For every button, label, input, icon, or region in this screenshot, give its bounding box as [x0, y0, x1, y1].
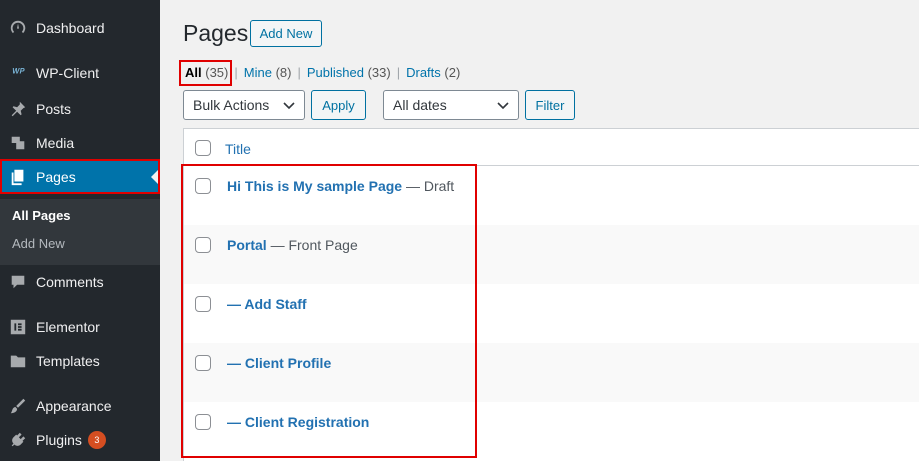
row-title-link[interactable]: — Client Registration [227, 414, 369, 430]
bulk-actions-select[interactable]: Bulk Actions [183, 90, 305, 120]
date-filter-select[interactable]: All dates [383, 90, 519, 120]
filter-published-count: (33) [367, 65, 391, 80]
filter-drafts-count: (2) [444, 65, 461, 80]
sidebar-item-elementor[interactable]: Elementor [0, 310, 160, 344]
row-checkbox[interactable] [195, 178, 211, 194]
filter-mine[interactable]: Mine (8) [244, 65, 292, 80]
row-checkbox[interactable] [195, 355, 211, 371]
elementor-icon [0, 318, 36, 336]
sidebar-item-label: Dashboard [36, 20, 105, 36]
filter-drafts-label: Drafts [406, 65, 441, 80]
sidebar-item-label: Templates [36, 353, 100, 369]
sidebar-item-templates[interactable]: Templates [0, 344, 160, 378]
sidebar-item-label: Elementor [36, 319, 100, 335]
filter-button[interactable]: Filter [525, 90, 575, 120]
row-title-text: — Client Registration [227, 414, 370, 430]
table-row: Portal — Front Page [184, 225, 919, 284]
sidebar-item-label: Posts [36, 101, 72, 117]
sidebar-item-label: Appearance [36, 398, 112, 414]
table-header: Title [184, 129, 919, 166]
active-indicator-arrow [151, 170, 158, 184]
table-row: — Client Registration [184, 402, 919, 461]
sidebar-item-label: Media [36, 135, 75, 151]
sidebar-item-label: WP-Client [36, 65, 100, 81]
dashboard-icon [0, 19, 36, 37]
row-title-link[interactable]: Hi This is My sample Page — Draft [227, 178, 454, 194]
submenu-all-pages[interactable]: All Pages [12, 208, 71, 223]
admin-sidebar: Dashboard ᵂᴾ WP-Client Posts Media Pages… [0, 0, 160, 461]
media-icon [0, 134, 36, 152]
sidebar-item-label: Comments [36, 274, 104, 290]
filter-all-count: (35) [205, 65, 229, 80]
row-checkbox[interactable] [195, 237, 211, 253]
filter-drafts[interactable]: Drafts (2) [406, 65, 460, 80]
pin-icon [0, 100, 36, 118]
table-row: — Add Staff [184, 284, 919, 343]
row-title-link[interactable]: — Client Profile [227, 355, 331, 371]
row-title-link[interactable]: Portal — Front Page [227, 237, 358, 253]
row-state: — Draft [402, 178, 455, 194]
row-title-text: Portal [227, 237, 267, 253]
chevron-down-icon [497, 102, 509, 110]
sidebar-item-posts[interactable]: Posts [0, 92, 160, 126]
filter-published[interactable]: Published (33) [307, 65, 391, 80]
table-row: — Client Profile [184, 343, 919, 402]
update-count-badge: 3 [87, 431, 106, 449]
sidebar-item-label: Pages [36, 169, 76, 185]
row-checkbox[interactable] [195, 296, 211, 312]
brush-icon [0, 397, 36, 415]
select-all-checkbox[interactable] [195, 140, 211, 156]
filter-published-label: Published [306, 65, 364, 80]
plugin-icon [0, 431, 36, 449]
filter-all[interactable]: All (35) [185, 65, 228, 80]
status-filter-links: All (35) | Mine (8) | Published (33) | D… [185, 65, 460, 80]
comment-icon [0, 273, 36, 291]
sidebar-item-comments[interactable]: Comments [0, 265, 160, 299]
filter-separator: | [234, 65, 238, 80]
table-row: Hi This is My sample Page — Draft [184, 166, 919, 225]
sidebar-item-plugins[interactable]: Plugins 3 [0, 423, 160, 457]
filter-mine-count: (8) [275, 65, 292, 80]
filter-mine-label: Mine [243, 65, 272, 80]
date-filter-value: All dates [393, 97, 447, 113]
folder-icon [0, 352, 36, 370]
sidebar-item-pages[interactable]: Pages [0, 160, 160, 194]
filter-separator: | [396, 65, 401, 80]
filter-separator: | [297, 65, 301, 80]
filter-all-label: All [185, 65, 202, 80]
column-title-header[interactable]: Title [225, 141, 251, 157]
row-title-text: — Client Profile [227, 355, 332, 371]
pages-list-table: Title Hi This is My sample Page — Draft … [183, 128, 919, 461]
sidebar-item-label: Plugins [36, 432, 82, 448]
row-checkbox[interactable] [195, 414, 211, 430]
sidebar-item-media[interactable]: Media [0, 126, 160, 160]
pages-icon [0, 168, 36, 186]
row-title-text: Hi This is My sample Page [227, 178, 403, 194]
bulk-actions-value: Bulk Actions [193, 97, 270, 113]
sidebar-item-wp-client[interactable]: ᵂᴾ WP-Client [0, 56, 160, 90]
row-state: — Front Page [266, 237, 358, 253]
row-title-link[interactable]: — Add Staff [227, 296, 307, 312]
apply-button[interactable]: Apply [311, 90, 366, 120]
pages-submenu: All Pages Add New [0, 199, 160, 265]
wp-client-icon: ᵂᴾ [11, 67, 25, 79]
sidebar-item-dashboard[interactable]: Dashboard [0, 11, 160, 45]
row-title-text: — Add Staff [227, 296, 307, 312]
add-new-button[interactable]: Add New [250, 20, 322, 47]
submenu-add-new[interactable]: Add New [12, 236, 65, 251]
sidebar-item-appearance[interactable]: Appearance [0, 389, 160, 423]
chevron-down-icon [283, 102, 295, 110]
page-title: Pages [183, 20, 249, 46]
